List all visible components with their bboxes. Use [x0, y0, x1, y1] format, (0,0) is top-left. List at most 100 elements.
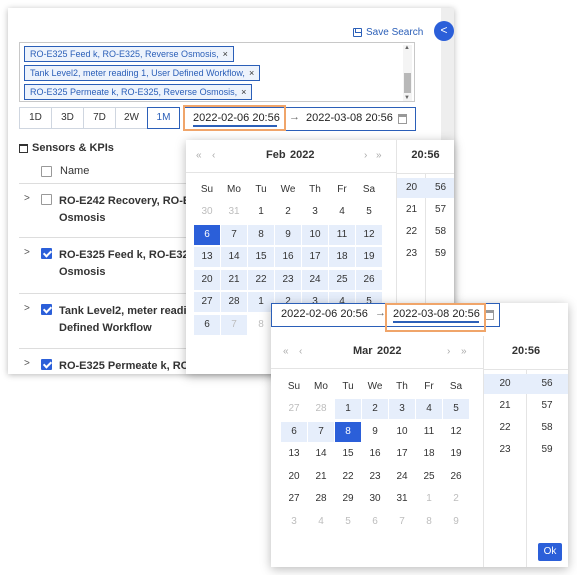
collapse-panel-button[interactable]: <	[434, 21, 454, 41]
calendar-day[interactable]: 1	[335, 399, 361, 419]
minute-option[interactable]: 59	[426, 244, 454, 264]
calendar-day[interactable]: 22	[335, 467, 361, 487]
hour-option[interactable]: 21	[484, 396, 526, 416]
calendar-day[interactable]: 6	[362, 512, 388, 532]
hour-option[interactable]: 22	[484, 418, 526, 438]
calendar-day[interactable]: 19	[443, 444, 469, 464]
calendar-day[interactable]: 15	[248, 247, 274, 268]
calendar-day[interactable]: 7	[221, 315, 247, 335]
row-checkbox[interactable]	[41, 304, 52, 315]
calendar-day[interactable]: 13	[281, 444, 307, 464]
prev-month-icon[interactable]: ‹	[299, 346, 302, 357]
row-checkbox[interactable]	[41, 194, 52, 205]
calendar-day[interactable]: 19	[356, 247, 382, 268]
calendar-day[interactable]: 4	[308, 512, 334, 532]
calendar-day[interactable]: 29	[335, 489, 361, 509]
minute-option[interactable]: 57	[526, 396, 568, 416]
calendar-day[interactable]: 15	[335, 444, 361, 464]
calendar-day[interactable]: 20	[194, 269, 220, 290]
next-year-icon[interactable]: »	[376, 150, 382, 161]
calendar-day[interactable]: 13	[194, 247, 220, 268]
calendar-day[interactable]: 2	[275, 202, 301, 222]
ok-button[interactable]: Ok	[538, 543, 562, 561]
row-checkbox[interactable]	[41, 248, 52, 259]
hour-option[interactable]: 23	[397, 244, 426, 264]
calendar-day[interactable]: 11	[416, 422, 442, 442]
calendar-month[interactable]: Feb	[266, 149, 286, 161]
calendar-day[interactable]: 6	[194, 315, 220, 335]
end-date-input[interactable]: 2022-03-08 20:56	[306, 112, 393, 124]
next-month-icon[interactable]: ›	[447, 346, 450, 357]
calendar-day[interactable]: 5	[356, 202, 382, 222]
row-checkbox[interactable]	[41, 359, 52, 370]
prev-year-icon[interactable]: «	[283, 346, 289, 357]
minute-option[interactable]: 56	[426, 178, 454, 198]
calendar-day[interactable]: 1	[416, 489, 442, 509]
calendar-day[interactable]: 17	[302, 247, 328, 268]
calendar-day[interactable]: 7	[221, 224, 247, 245]
calendar-day[interactable]: 26	[356, 269, 382, 290]
hour-option[interactable]: 21	[397, 200, 426, 220]
calendar-day[interactable]: 23	[362, 467, 388, 487]
calendar-day[interactable]: 10	[302, 224, 328, 245]
calendar-day[interactable]: 22	[248, 269, 274, 290]
tag-scrollbar[interactable]: ▲ ▼	[403, 45, 412, 101]
calendar-day[interactable]: 14	[221, 247, 247, 268]
prev-year-icon[interactable]: «	[196, 150, 202, 161]
calendar-day[interactable]: 18	[416, 444, 442, 464]
calendar-day[interactable]: 20	[281, 467, 307, 487]
calendar-year[interactable]: 2022	[290, 149, 314, 161]
tag-remove-icon[interactable]: ×	[223, 49, 228, 59]
calendar-day[interactable]: 4	[416, 399, 442, 419]
calendar-day[interactable]: 5	[335, 512, 361, 532]
hour-option[interactable]: 20	[484, 374, 526, 394]
calendar-day[interactable]: 12	[443, 422, 469, 442]
expand-chevron-icon[interactable]: >	[24, 303, 30, 314]
calendar-day[interactable]: 21	[308, 467, 334, 487]
calendar-day[interactable]: 24	[389, 467, 415, 487]
expand-chevron-icon[interactable]: >	[24, 193, 30, 204]
calendar-day[interactable]: 16	[362, 444, 388, 464]
scroll-down-icon[interactable]: ▼	[404, 95, 410, 101]
calendar-day[interactable]: 27	[281, 489, 307, 509]
scroll-up-icon[interactable]: ▲	[404, 45, 410, 51]
next-year-icon[interactable]: »	[461, 346, 467, 357]
calendar-day[interactable]: 9	[362, 422, 388, 442]
calendar-day[interactable]: 14	[308, 444, 334, 464]
calendar-day[interactable]: 25	[329, 269, 355, 290]
tag-remove-icon[interactable]: ×	[249, 68, 254, 78]
calendar-month[interactable]: Mar	[353, 345, 373, 357]
minute-option[interactable]: 56	[526, 374, 568, 394]
range-1d-button[interactable]: 1D	[19, 107, 52, 129]
minute-option[interactable]: 58	[426, 222, 454, 242]
calendar-year[interactable]: 2022	[377, 345, 401, 357]
calendar-day[interactable]: 24	[302, 269, 328, 290]
calendar-day[interactable]: 1	[248, 202, 274, 222]
minute-option[interactable]: 57	[426, 200, 454, 220]
save-search-button[interactable]: Save Search	[353, 27, 423, 38]
calendar-day[interactable]: 27	[194, 292, 220, 313]
calendar-day[interactable]: 9	[443, 512, 469, 532]
calendar-day[interactable]: 10	[389, 422, 415, 442]
calendar-day[interactable]: 2	[362, 399, 388, 419]
calendar-day[interactable]: 23	[275, 269, 301, 290]
range-2w-button[interactable]: 2W	[115, 107, 148, 129]
calendar-day[interactable]: 8	[248, 224, 274, 245]
calendar-day[interactable]: 8	[335, 421, 361, 442]
minute-option[interactable]: 58	[526, 418, 568, 438]
calendar-day[interactable]: 25	[416, 467, 442, 487]
calendar-day[interactable]: 9	[275, 224, 301, 245]
hour-option[interactable]: 20	[397, 178, 426, 198]
calendar-day[interactable]: 31	[389, 489, 415, 509]
calendar-day[interactable]: 8	[416, 512, 442, 532]
calendar-day[interactable]: 28	[308, 489, 334, 509]
minute-option[interactable]: 59	[526, 440, 568, 460]
calendar-day[interactable]: 27	[281, 399, 307, 419]
tag-remove-icon[interactable]: ×	[241, 87, 246, 97]
hour-option[interactable]: 22	[397, 222, 426, 242]
calendar-day[interactable]: 6	[281, 421, 307, 442]
calendar-day[interactable]: 26	[443, 467, 469, 487]
calendar-day[interactable]: 3	[389, 399, 415, 419]
calendar-day[interactable]: 28	[308, 399, 334, 419]
calendar-day[interactable]: 21	[221, 269, 247, 290]
